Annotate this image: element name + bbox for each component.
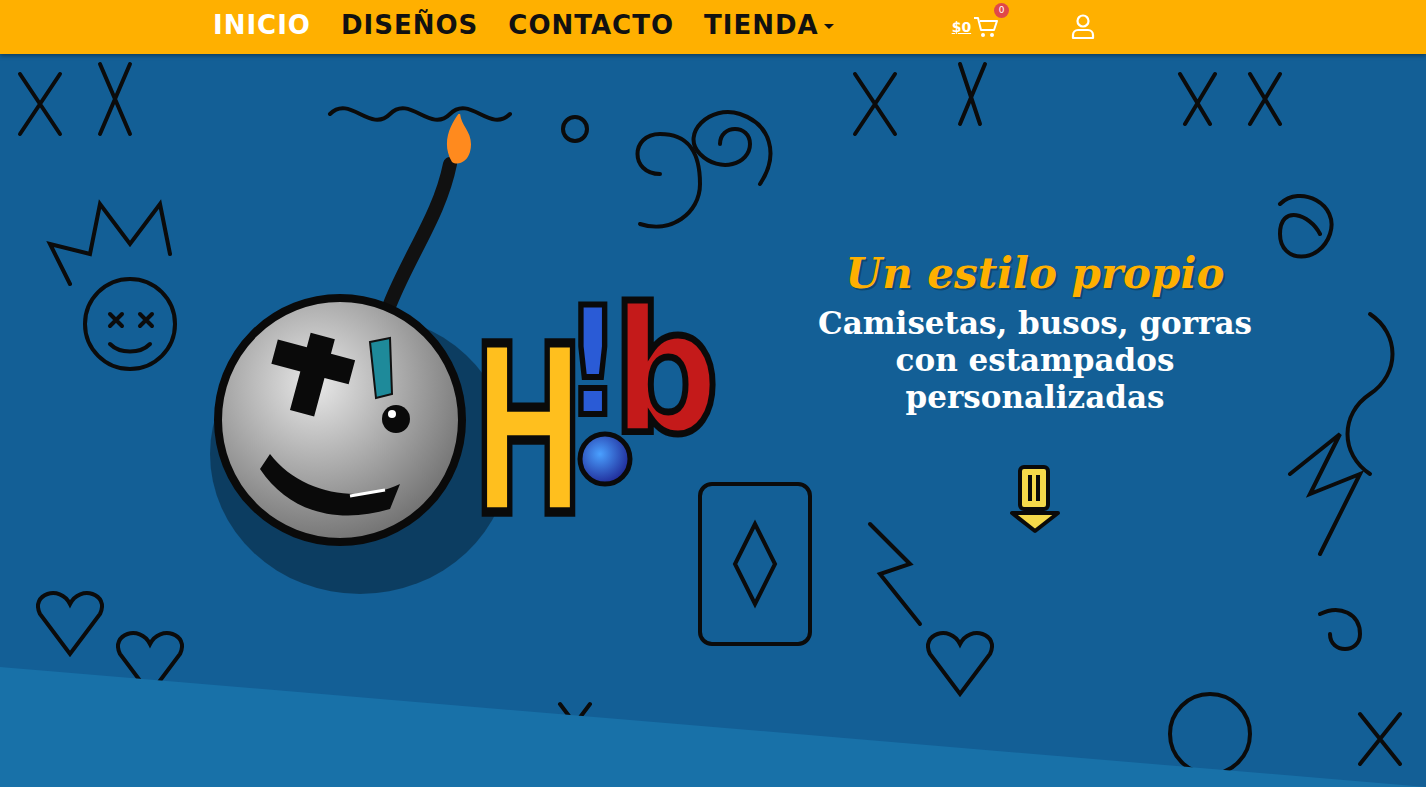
cart-total: $0 xyxy=(952,17,971,38)
nav-link[interactable]: CONTACTO xyxy=(508,8,674,46)
hib-logo-icon: H!b xyxy=(200,114,760,614)
bottom-band xyxy=(0,667,1426,787)
hero-section: H!b Un estilo propio Camisetas, busos, gor… xyxy=(0,54,1426,787)
nav-link[interactable]: DISEÑOS xyxy=(341,8,478,46)
nav-link[interactable]: INICIO xyxy=(213,8,311,46)
nav-links: INICIO DISEÑOS CONTACTO TIENDA xyxy=(213,8,834,46)
subtitle-line: con estampados xyxy=(800,342,1270,379)
hero-subtitle: Camisetas, busos, gorrascon estampadospe… xyxy=(800,305,1270,415)
logo-letter: b xyxy=(612,272,719,473)
subtitle-line: Camisetas, busos, gorras xyxy=(800,305,1270,342)
top-navbar: INICIODISEÑOSCONTACTOTIENDA$00 xyxy=(0,0,1426,54)
subtitle-line: personalizadas xyxy=(800,379,1270,416)
scroll-down[interactable] xyxy=(800,465,1270,535)
nav-link[interactable]: TIENDA xyxy=(704,8,834,46)
hero-title: Un estilo propio xyxy=(800,249,1270,299)
cart-button[interactable]: $00 xyxy=(952,15,999,39)
hero-text: Un estilo propio Camisetas, busos, gorras… xyxy=(800,54,1270,787)
down-arrow-icon[interactable] xyxy=(1008,465,1062,535)
logo-area: H!b xyxy=(0,54,800,787)
cart-count-badge: 0 xyxy=(994,3,1009,18)
dropdown-caret-icon[interactable] xyxy=(824,24,834,29)
user-icon[interactable] xyxy=(1071,14,1095,40)
account-button[interactable] xyxy=(1071,14,1095,40)
cart-icon[interactable] xyxy=(973,15,999,39)
